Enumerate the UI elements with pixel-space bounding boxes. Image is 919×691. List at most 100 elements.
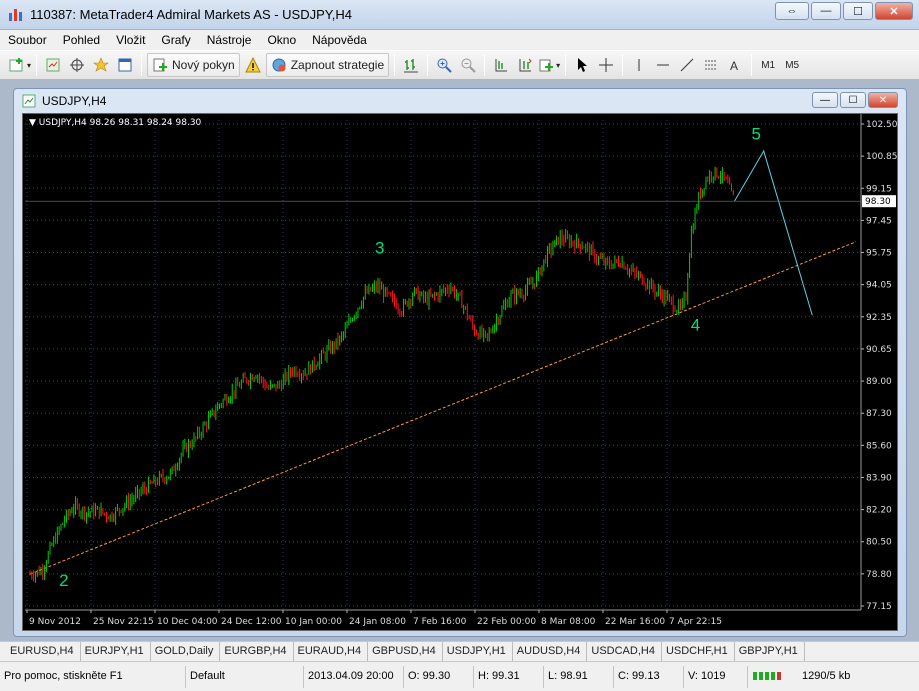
vertical-line-button[interactable] (628, 53, 650, 77)
alert-button[interactable] (242, 53, 264, 77)
tab-gbpusd-h4[interactable]: GBPUSD,H4 (368, 642, 443, 661)
tab-eurjpy-h1[interactable]: EURJPY,H1 (81, 642, 151, 661)
crosshair-tool-button[interactable] (595, 53, 617, 77)
data-window-button[interactable] (114, 53, 136, 77)
y-tick-label: 78.80 (866, 570, 892, 580)
close-button[interactable]: ✕ (875, 2, 913, 20)
chart-tabs: EURUSD,H4 EURJPY,H1 GOLD,Daily EURGBP,H4… (0, 641, 919, 661)
chart-window-icon (22, 94, 36, 108)
y-tick-label: 85.60 (866, 441, 892, 451)
chart-close-button[interactable]: ✕ (868, 92, 898, 108)
bar-chart-button[interactable] (400, 53, 422, 77)
restore-toggle-button[interactable]: ⇔ (775, 2, 809, 20)
x-tick-label: 10 Dec 04:00 (157, 617, 218, 627)
title-bar: 110387: MetaTrader4 Admiral Markets AS -… (0, 0, 919, 30)
autoscroll-button[interactable] (514, 53, 536, 77)
x-tick-label: 22 Mar 16:00 (605, 617, 665, 627)
wave-label-4: 4 (691, 316, 700, 335)
x-tick-label: 8 Mar 08:00 (541, 617, 596, 627)
status-volume: V: 1019 (684, 665, 748, 688)
trendline-icon (680, 58, 694, 72)
tab-usdchf-h1[interactable]: USDCHF,H1 (662, 642, 735, 661)
tab-audusd-h4[interactable]: AUDUSD,H4 (513, 642, 588, 661)
chart-shift-icon (495, 59, 508, 72)
metatrader-app-icon (9, 9, 22, 21)
warning-icon (244, 57, 261, 73)
menu-soubor[interactable]: Soubor (8, 33, 47, 47)
chart-shift-button[interactable] (490, 53, 512, 77)
crosshair-icon (599, 58, 614, 72)
chart-window-title: USDJPY,H4 (42, 94, 107, 108)
status-open: O: 99.30 (404, 665, 474, 688)
menu-pohled[interactable]: Pohled (63, 33, 100, 47)
autotrading-label: Zapnout strategie (290, 58, 385, 72)
chart-ohlc-info: USDJPY,H4 98.26 98.31 98.24 98.30 (38, 118, 202, 128)
cursor-tool-button[interactable] (571, 53, 593, 77)
status-high: H: 99.31 (474, 665, 544, 688)
new-chart-icon (9, 58, 23, 72)
timeframe-m5-button[interactable]: M5 (781, 53, 803, 77)
dropdown-arrow-icon: ▼ (29, 118, 39, 128)
status-help: Pro pomoc, stiskněte F1 (0, 665, 186, 688)
navigator-icon (70, 58, 85, 72)
text-tool-button[interactable]: A (724, 53, 746, 77)
profiles-button[interactable] (42, 53, 64, 77)
svg-text:A: A (730, 59, 738, 73)
timeframe-m1-label: M1 (761, 59, 776, 71)
bar-chart-icon (404, 59, 419, 73)
horizontal-line-button[interactable] (652, 53, 674, 77)
chart-maximize-button[interactable]: ☐ (840, 92, 866, 108)
price-chart[interactable]: 102.50 100.85 99.15 97.45 95.75 94.05 92.35 90.… (22, 113, 898, 631)
zoom-out-icon (461, 58, 476, 73)
new-order-button[interactable]: Nový pokyn (147, 53, 240, 77)
status-bar: Pro pomoc, stiskněte F1 Default 2013.04.… (0, 661, 919, 691)
fibonacci-button[interactable] (700, 53, 722, 77)
channel-icon (705, 60, 718, 70)
zoom-in-button[interactable] (433, 53, 455, 77)
autotrading-button[interactable]: Zapnout strategie (265, 53, 390, 77)
menu-grafy[interactable]: Grafy (161, 33, 190, 47)
menu-nastroje[interactable]: Nástroje (207, 33, 252, 47)
market-watch-button[interactable] (90, 53, 112, 77)
zoom-out-button[interactable] (457, 53, 479, 77)
x-tick-label: 10 Jan 00:00 (285, 617, 342, 627)
tab-eurusd-h4[interactable]: EURUSD,H4 (6, 642, 81, 661)
y-tick-label: 92.35 (866, 313, 892, 323)
chart-minimize-button[interactable]: — (812, 92, 838, 108)
wave-projection[interactable] (734, 149, 813, 316)
trendline-button[interactable] (676, 53, 698, 77)
chart-canvas[interactable]: 102.50 100.85 99.15 97.45 95.75 94.05 92.35 90.… (23, 114, 898, 631)
menu-napoveda[interactable]: Nápověda (312, 33, 367, 47)
timeframe-m1-button[interactable]: M1 (757, 53, 779, 77)
status-profile: Default (186, 665, 304, 688)
trendline[interactable] (29, 241, 857, 575)
tab-gold-daily[interactable]: GOLD,Daily (151, 642, 221, 661)
dropdown-arrow-icon: ▾ (556, 60, 561, 70)
y-tick-label: 94.05 (866, 281, 892, 291)
star-icon (93, 57, 109, 72)
indicators-button[interactable]: ▾ (538, 53, 560, 77)
y-tick-label: 82.20 (866, 506, 892, 516)
status-close: C: 99.13 (614, 665, 684, 688)
tab-usdjpy-h1[interactable]: USDJPY,H1 (443, 642, 513, 661)
minimize-button[interactable]: — (811, 2, 841, 20)
x-tick-label: 9 Nov 2012 (29, 617, 81, 627)
menu-vlozit[interactable]: Vložit (116, 33, 145, 47)
maximize-button[interactable]: ☐ (843, 2, 873, 20)
y-tick-label: 99.15 (866, 184, 892, 194)
cursor-icon (578, 58, 588, 72)
x-tick-label: 22 Feb 00:00 (477, 617, 536, 627)
autoscroll-icon (519, 58, 532, 72)
tab-eurgbp-h4[interactable]: EURGBP,H4 (220, 642, 294, 661)
wave-label-2: 2 (59, 571, 68, 590)
text-icon: A (730, 59, 738, 73)
x-tick-label: 24 Jan 08:00 (349, 617, 406, 627)
crosshair-nav-button[interactable] (66, 53, 88, 77)
zoom-in-icon (437, 58, 452, 73)
new-chart-button[interactable]: ▾ (9, 53, 31, 77)
tab-usdcad-h4[interactable]: USDCAD,H4 (587, 642, 662, 661)
menu-okno[interactable]: Okno (267, 33, 296, 47)
indicators-icon (539, 59, 554, 72)
tab-gbpjpy-h1[interactable]: GBPJPY,H1 (735, 642, 805, 661)
tab-euraud-h4[interactable]: EURAUD,H4 (294, 642, 369, 661)
